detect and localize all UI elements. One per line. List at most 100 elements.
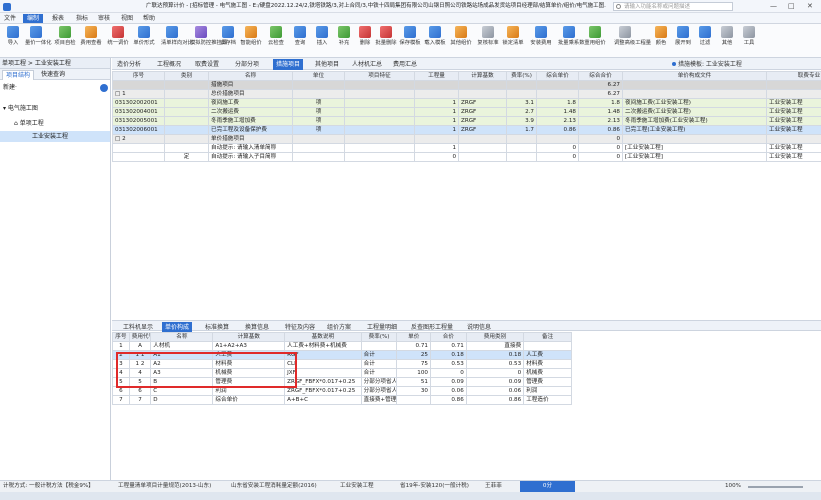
table-cell[interactable]: 75 <box>396 359 431 369</box>
table-cell[interactable] <box>164 80 209 90</box>
table-row[interactable]: □ 2 单价措施项目 0 <box>112 134 821 144</box>
table-cell[interactable]: 分部分项省人工费*0.017+0.25 <box>360 377 398 387</box>
table-cell[interactable]: 单价措施项目 <box>208 134 293 144</box>
column-header[interactable]: 工程量 <box>414 71 459 81</box>
table-cell[interactable]: 0.06 <box>429 386 467 396</box>
table-cell[interactable]: 工程造价 <box>523 395 572 405</box>
table-cell[interactable]: 定 <box>164 152 209 162</box>
table-cell[interactable] <box>292 143 345 153</box>
table-cell[interactable] <box>344 89 415 99</box>
table-cell[interactable]: 1.8 <box>536 98 579 108</box>
table-cell[interactable]: 031302004001 <box>112 107 165 117</box>
table-cell[interactable]: 0.71 <box>429 341 467 351</box>
table-cell[interactable] <box>344 152 415 162</box>
toolbar-button-11[interactable]: 查询 <box>289 26 311 47</box>
column-header[interactable]: 综合单价 <box>536 71 579 81</box>
table-cell[interactable]: 0 <box>536 152 579 162</box>
table-cell[interactable] <box>164 98 209 108</box>
toolbar-button-24[interactable]: 调整高级工程量 <box>614 26 651 47</box>
table-cell[interactable]: [工业安装工程] <box>622 143 767 153</box>
table-cell[interactable]: 0.09 <box>465 377 525 387</box>
table-cell[interactable]: 2.13 <box>536 116 579 126</box>
minimize-button[interactable]: — <box>770 2 777 11</box>
tab-main-0[interactable]: 造价分析 <box>114 59 144 70</box>
tab-main-2[interactable]: 取费设置 <box>192 59 222 70</box>
table-cell[interactable] <box>523 341 572 351</box>
table-cell[interactable] <box>536 134 579 144</box>
table-cell[interactable] <box>622 80 767 90</box>
toolbar-button-26[interactable]: 展开到 <box>672 26 694 47</box>
tree-item-industrial-install[interactable]: 工业安装工程 <box>0 131 110 142</box>
table-cell[interactable]: 1 <box>414 107 459 117</box>
column-header[interactable]: 计算基数 <box>212 332 286 342</box>
toolbar-button-25[interactable]: 颜色 <box>650 26 672 47</box>
table-cell[interactable]: 3.1 <box>506 98 537 108</box>
table-cell[interactable]: 0 <box>414 152 459 162</box>
table-cell[interactable] <box>506 89 537 99</box>
table-cell[interactable]: 已完工程(工业安装工程) <box>622 125 767 135</box>
table-cell[interactable]: 0.86 <box>536 125 579 135</box>
menu-file[interactable]: 文件 <box>4 14 16 23</box>
table-cell[interactable]: [工业安装工程] <box>622 152 767 162</box>
table-cell[interactable] <box>112 152 165 162</box>
tab-main-1[interactable]: 工程概况 <box>154 59 184 70</box>
column-header[interactable]: 类别 <box>164 71 209 81</box>
table-cell[interactable] <box>292 134 345 144</box>
table-cell[interactable] <box>344 107 415 117</box>
table-cell[interactable]: 6.27 <box>578 89 623 99</box>
table-cell[interactable] <box>458 152 507 162</box>
table-cell[interactable]: 1.48 <box>578 107 623 117</box>
toolbar-button-18[interactable]: 其他组价 <box>450 26 472 47</box>
table-cell[interactable]: 031302002001 <box>112 98 165 108</box>
table-cell[interactable]: 1.8 <box>578 98 623 108</box>
table-cell[interactable]: 分部分项省人工费*0.017+0.25 <box>360 386 398 396</box>
table-cell[interactable] <box>458 134 507 144</box>
table-cell[interactable] <box>292 152 345 162</box>
table-cell[interactable]: 0 <box>429 368 467 378</box>
table-cell[interactable]: 机械费 <box>523 368 572 378</box>
table-cell[interactable] <box>344 80 415 90</box>
table-cell[interactable]: 6.27 <box>578 80 623 90</box>
toolbar-button-1[interactable]: 量价一体化 <box>25 26 52 47</box>
table-cell[interactable]: ZRGF <box>458 125 507 135</box>
table-cell[interactable]: 25 <box>396 350 431 360</box>
table-cell[interactable] <box>622 89 767 99</box>
table-cell[interactable]: 3.9 <box>506 116 537 126</box>
table-row[interactable]: 措施项目 6.27 <box>112 80 821 90</box>
table-cell[interactable] <box>506 80 537 90</box>
tree-item-single-project[interactable]: ⌂ 单项工程 <box>0 118 110 129</box>
collapse-icon[interactable] <box>100 84 108 92</box>
table-cell[interactable]: 工业安装工程 <box>766 152 821 162</box>
table-row[interactable]: 031302005001 冬雨季施工增加费项 1 ZRGF 3.9 2.13 2.13 冬雨季… <box>112 116 821 126</box>
table-cell[interactable]: 管理费 <box>523 377 572 387</box>
toolbar-button-29[interactable]: 工具 <box>738 26 760 47</box>
menu-report[interactable]: 报表 <box>52 14 64 23</box>
table-cell[interactable] <box>164 89 209 99</box>
toolbar-button-20[interactable]: 锁定清单 <box>502 26 524 47</box>
table-cell[interactable]: 夜间施工费(工业安装工程) <box>622 98 767 108</box>
column-header[interactable]: 项目特征 <box>344 71 415 81</box>
menu-view[interactable]: 视图 <box>121 14 133 23</box>
toolbar-button-3[interactable]: 费用查看 <box>80 26 102 47</box>
table-cell[interactable]: 0.86 <box>578 125 623 135</box>
table-cell[interactable]: 合计 <box>360 359 398 369</box>
table-cell[interactable]: 项 <box>292 107 345 117</box>
table-row[interactable]: 031302006001 已完工程及设备保护费项 1 ZRGF 1.7 0.86 0.86 已… <box>112 125 821 135</box>
table-cell[interactable]: 0 <box>578 143 623 153</box>
column-header[interactable]: 基数说明 <box>284 332 362 342</box>
table-cell[interactable]: 0.53 <box>429 359 467 369</box>
table-row[interactable]: 031302002001 夜间施工费项 1 ZRGF 3.1 1.8 1.8 夜间施工费(工业… <box>112 98 821 108</box>
column-header[interactable]: 序号 <box>112 332 130 342</box>
table-cell[interactable] <box>506 134 537 144</box>
column-header[interactable]: 合价 <box>429 332 467 342</box>
table-cell[interactable]: 人工费 <box>523 350 572 360</box>
table-row[interactable]: 1 A 人材机 A1+A2+A3 人工费+材料费+机械费 0.71 0.71 直接费 <box>112 341 572 351</box>
menu-help[interactable]: 帮助 <box>143 14 155 23</box>
table-cell[interactable] <box>164 116 209 126</box>
toolbar-button-0[interactable]: 导入 <box>2 26 24 47</box>
toolbar-button-27[interactable]: 过滤 <box>694 26 716 47</box>
table-cell[interactable]: 冬雨季施工增加费(工业安装工程) <box>622 116 767 126</box>
column-header[interactable]: 费用代号 <box>128 332 152 342</box>
toolbar-button-8[interactable]: 云存档 <box>217 26 239 47</box>
toolbar-button-19[interactable]: 复核标准 <box>477 26 499 47</box>
